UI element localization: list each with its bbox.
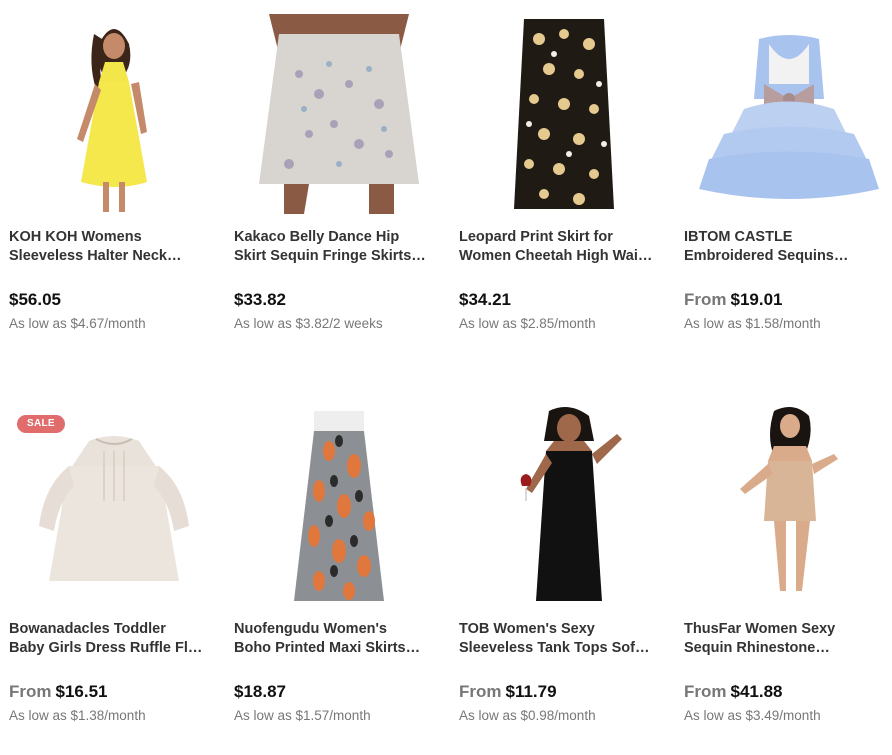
product-title-line[interactable]: Embroidered Sequins…	[684, 247, 889, 266]
product-title-line[interactable]: Nuofengudu Women's	[234, 620, 439, 639]
product-title-line[interactable]: Leopard Print Skirt for	[459, 228, 664, 247]
price-row: From $11.79	[459, 682, 669, 702]
product-title[interactable]: IBTOM CASTLE Embroidered Sequins…	[684, 228, 889, 266]
product-price: $18.87	[234, 682, 286, 701]
product-card[interactable]: Kakaco Belly Dance Hip Skirt Sequin Frin…	[234, 14, 444, 331]
product-title-line[interactable]: Sleeveless Tank Tops Sof…	[459, 639, 664, 658]
product-card[interactable]: IBTOM CASTLE Embroidered Sequins… From $1…	[684, 14, 892, 331]
product-card[interactable]: TOB Women's Sexy Sleeveless Tank Tops So…	[459, 406, 669, 723]
from-label: From	[684, 682, 727, 701]
product-title-line[interactable]: KOH KOH Womens	[9, 228, 214, 247]
product-image[interactable]	[459, 14, 669, 214]
product-title-line[interactable]: IBTOM CASTLE	[684, 228, 889, 247]
product-card[interactable]: Leopard Print Skirt for Women Cheetah Hi…	[459, 14, 669, 331]
product-card[interactable]: Nuofengudu Women's Boho Printed Maxi Ski…	[234, 406, 444, 723]
product-image[interactable]	[234, 406, 444, 606]
product-price: $41.88	[730, 682, 783, 701]
installment-text: As low as $1.57/month	[234, 708, 371, 723]
product-image[interactable]	[9, 14, 219, 214]
product-image[interactable]	[234, 14, 444, 214]
price-row: $33.82	[234, 290, 444, 310]
price-row: From $41.88	[684, 682, 892, 702]
product-title[interactable]: TOB Women's Sexy Sleeveless Tank Tops So…	[459, 620, 664, 658]
beige-bodycon-dress-image	[740, 407, 838, 591]
product-image[interactable]: SALE	[9, 406, 219, 606]
black-tank-dress-image	[520, 407, 622, 601]
product-title-line[interactable]: Bowanadacles Toddler	[9, 620, 214, 639]
product-card[interactable]: KOH KOH Womens Sleeveless Halter Neck… $…	[9, 14, 219, 331]
from-label: From	[684, 290, 727, 309]
installment-text: As low as $3.82/2 weeks	[234, 316, 383, 331]
sale-badge: SALE	[17, 415, 65, 433]
installment-text: As low as $0.98/month	[459, 708, 596, 723]
product-price: $11.79	[505, 682, 557, 701]
installment-text: As low as $2.85/month	[459, 316, 596, 331]
product-title-line[interactable]: Skirt Sequin Fringe Skirts…	[234, 247, 439, 266]
product-title[interactable]: Bowanadacles Toddler Baby Girls Dress Ru…	[9, 620, 214, 658]
product-price: $33.82	[234, 290, 286, 309]
product-title-line[interactable]: Boho Printed Maxi Skirts…	[234, 639, 439, 658]
product-title-line[interactable]: ThusFar Women Sexy	[684, 620, 889, 639]
price-row: $34.21	[459, 290, 669, 310]
product-price: $19.01	[730, 290, 783, 309]
product-title[interactable]: Kakaco Belly Dance Hip Skirt Sequin Frin…	[234, 228, 439, 266]
product-price: $16.51	[55, 682, 108, 701]
maxi-skirt-image	[294, 411, 384, 601]
product-grid: KOH KOH Womens Sleeveless Halter Neck… $…	[0, 0, 892, 755]
product-image[interactable]	[684, 406, 892, 606]
price-row: $18.87	[234, 682, 444, 702]
blue-tutu-dress-image	[699, 35, 879, 199]
price-row: From $16.51	[9, 682, 219, 702]
product-title-line[interactable]: Sleeveless Halter Neck…	[9, 247, 214, 266]
product-title-line[interactable]: TOB Women's Sexy	[459, 620, 664, 639]
sequin-fringe-skirt-image	[259, 14, 419, 214]
product-title-line[interactable]: Kakaco Belly Dance Hip	[234, 228, 439, 247]
product-card[interactable]: SALE Bowanadacles Toddler Baby Girls Dre…	[9, 406, 219, 723]
product-price: $34.21	[459, 290, 511, 309]
price-row: $56.05	[9, 290, 219, 310]
toddler-dress-image	[39, 436, 189, 581]
floral-midi-skirt-image	[514, 19, 614, 209]
product-title-line[interactable]: Women Cheetah High Wai…	[459, 247, 664, 266]
installment-text: As low as $4.67/month	[9, 316, 146, 331]
product-title[interactable]: ThusFar Women Sexy Sequin Rhinestone…	[684, 620, 889, 658]
installment-text: As low as $1.38/month	[9, 708, 146, 723]
installment-text: As low as $3.49/month	[684, 708, 821, 723]
product-title-line[interactable]: Baby Girls Dress Ruffle Fl…	[9, 639, 214, 658]
installment-text: As low as $1.58/month	[684, 316, 821, 331]
product-title-line[interactable]: Sequin Rhinestone…	[684, 639, 889, 658]
product-image[interactable]	[684, 14, 892, 214]
from-label: From	[459, 682, 502, 701]
product-price: $56.05	[9, 290, 61, 309]
product-image[interactable]	[459, 406, 669, 606]
product-title[interactable]: Leopard Print Skirt for Women Cheetah Hi…	[459, 228, 664, 266]
product-title[interactable]: Nuofengudu Women's Boho Printed Maxi Ski…	[234, 620, 439, 658]
from-label: From	[9, 682, 52, 701]
yellow-dress-image	[77, 29, 147, 212]
product-title[interactable]: KOH KOH Womens Sleeveless Halter Neck…	[9, 228, 214, 266]
price-row: From $19.01	[684, 290, 892, 310]
product-card[interactable]: ThusFar Women Sexy Sequin Rhinestone… Fr…	[684, 406, 892, 723]
